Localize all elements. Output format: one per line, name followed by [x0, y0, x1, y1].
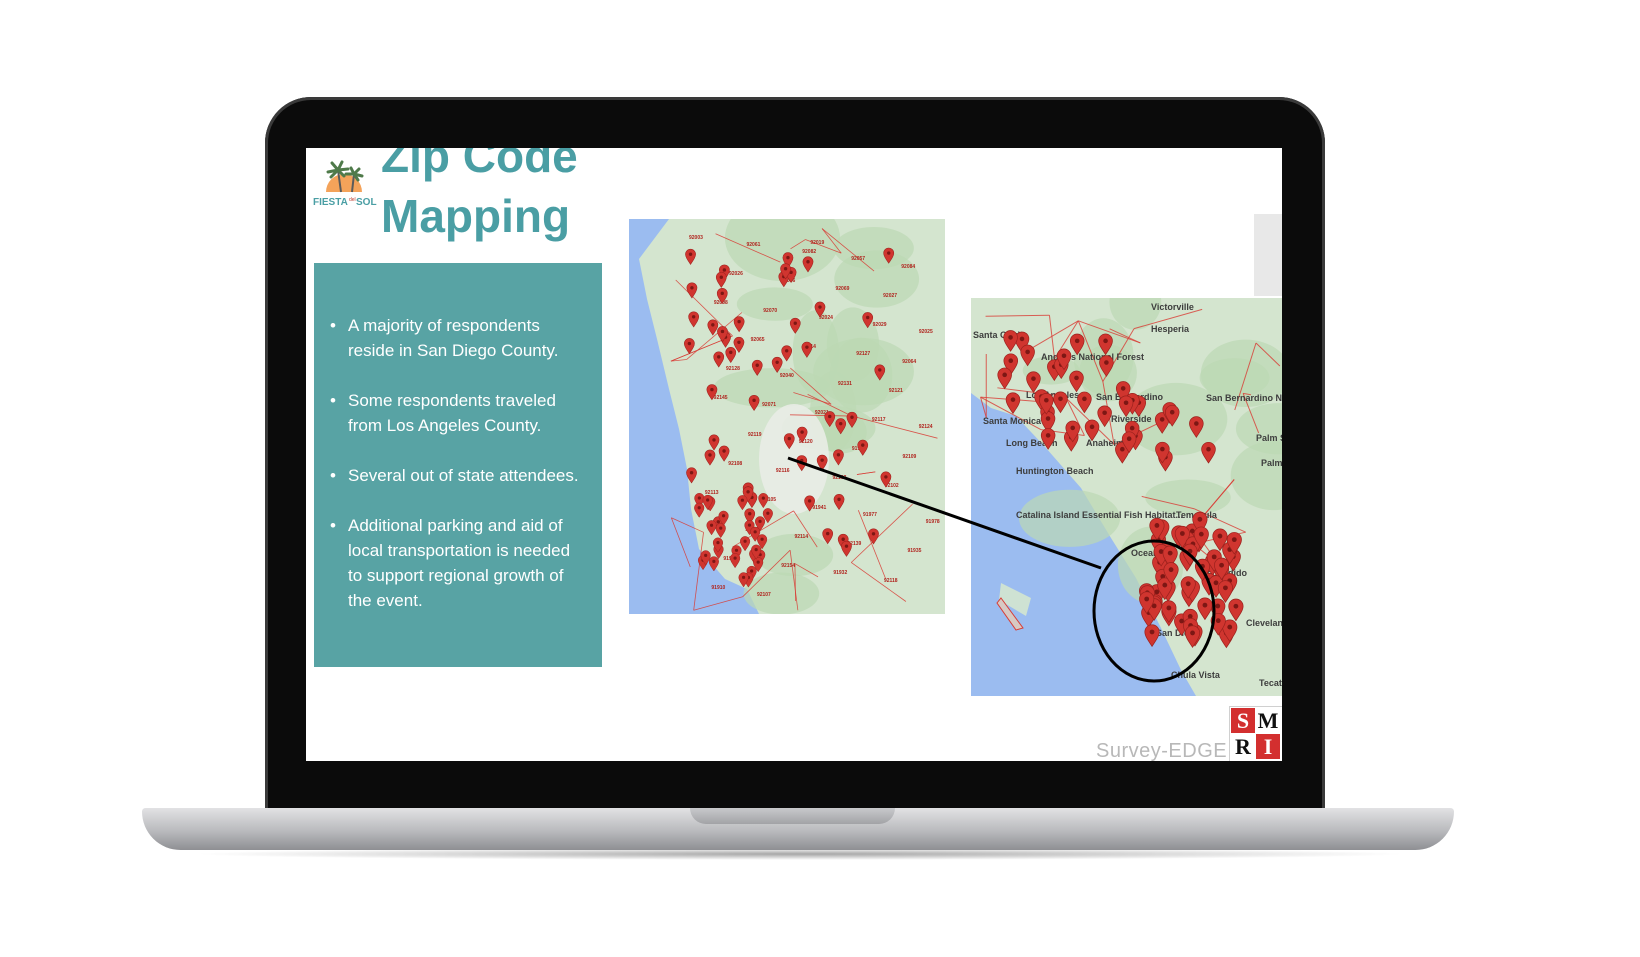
logo-connector: del	[349, 197, 356, 203]
finding-item: • A majority of respondents reside in San…	[330, 313, 588, 363]
zip-label: 91910	[711, 585, 725, 591]
zip-label: 92127	[856, 351, 870, 357]
bullet-dot: •	[330, 316, 336, 335]
place-label: Chula Vista	[1171, 670, 1221, 680]
zip-label: 91932	[833, 570, 847, 576]
zip-label: 92107	[757, 592, 771, 598]
findings-list: • A majority of respondents reside in San…	[314, 263, 602, 613]
zip-label: 92040	[780, 373, 794, 379]
zip-label: 92019	[810, 240, 824, 246]
zip-label: 92145	[714, 395, 728, 401]
place-label: Cleveland National Forest	[1246, 618, 1282, 628]
zip-label: 92121	[889, 388, 903, 394]
zip-label: 92109	[902, 454, 916, 460]
place-label: Hesperia	[1151, 324, 1190, 334]
smri-letter: M	[1257, 708, 1279, 733]
zip-label: 92128	[726, 366, 740, 372]
zip-label: 92061	[747, 242, 761, 248]
survey-edge-logo: Survey-EDGE	[1096, 740, 1228, 761]
finding-text: A majority of respondents reside in San …	[348, 316, 559, 360]
place-label: Tecate	[1259, 678, 1282, 688]
zip-label: 92119	[748, 432, 762, 438]
logo-word-2: SOL	[356, 197, 377, 208]
logo-word-1: FIESTA	[313, 197, 348, 208]
smri-logo: S M R I	[1229, 706, 1282, 761]
finding-item: • Several out of state attendees.	[330, 463, 588, 488]
zip-label: 92154	[781, 563, 795, 569]
zip-label: 92003	[689, 235, 703, 241]
zip-label: 92065	[751, 337, 765, 343]
place-label: Palm Springs	[1256, 433, 1282, 443]
place-label: Victorville	[1151, 302, 1194, 312]
socal-region-map: VictorvilleHesperiaSanta ClaritaAngeles …	[971, 298, 1282, 696]
bullet-dot: •	[330, 466, 336, 485]
zip-label: 92070	[763, 308, 777, 314]
findings-panel: • A majority of respondents reside in San…	[314, 263, 602, 667]
place-label: Huntington Beach	[1016, 466, 1094, 476]
zip-label: 92114	[794, 534, 808, 540]
zip-label: 92069	[835, 286, 849, 292]
zip-label: 92057	[851, 256, 865, 262]
laptop-notch	[690, 808, 895, 824]
zip-label: 92131	[838, 381, 852, 387]
zip-label: 92025	[919, 329, 933, 335]
zip-label: 92064	[902, 359, 916, 365]
smri-letter: R	[1235, 734, 1251, 759]
zip-label: 92082	[802, 249, 816, 255]
bullet-dot: •	[330, 391, 336, 410]
zip-label: 92071	[762, 402, 776, 408]
zip-label: 92118	[884, 578, 898, 584]
zip-label: 92029	[873, 322, 887, 328]
finding-text: Additional parking and aid of local tran…	[348, 516, 571, 610]
smri-letter: I	[1256, 734, 1280, 759]
scroll-track[interactable]	[1254, 214, 1282, 296]
palm-tree-sun-logo: FIESTA del SOL	[313, 160, 377, 210]
zip-label: 91941	[812, 505, 826, 511]
zip-label: 92026	[729, 271, 743, 277]
finding-text: Several out of state attendees.	[348, 466, 579, 485]
finding-item: • Additional parking and aid of local tra…	[330, 513, 588, 613]
smri-letter: S	[1231, 708, 1255, 733]
finding-item: • Some respondents traveled from Los Ange…	[330, 388, 588, 438]
laptop-screen: FIESTA del SOL Zip Code Mapping • A major…	[306, 148, 1282, 761]
zip-label: 92103	[832, 475, 846, 481]
zip-label: 92124	[919, 424, 933, 430]
place-label: Santa Monica	[983, 416, 1042, 426]
place-label: San Bernardino National Forest	[1206, 393, 1282, 403]
place-label: Palm Desert	[1261, 458, 1282, 468]
zip-label: 91978	[926, 519, 940, 525]
zip-label: 92116	[776, 468, 790, 474]
zip-label: 92117	[872, 417, 886, 423]
finding-text: Some respondents traveled from Los Angel…	[348, 391, 556, 435]
san-diego-zip-map: 9200392061920829205792084920269205692069…	[629, 219, 945, 614]
bullet-dot: •	[330, 516, 336, 535]
zip-label: 92108	[728, 461, 742, 467]
zip-label: 91977	[863, 512, 877, 518]
zip-label: 92027	[883, 293, 897, 299]
zip-label: 92084	[901, 264, 915, 270]
slide-title: Zip Code Mapping	[381, 148, 578, 242]
zip-label: 91935	[907, 548, 921, 554]
